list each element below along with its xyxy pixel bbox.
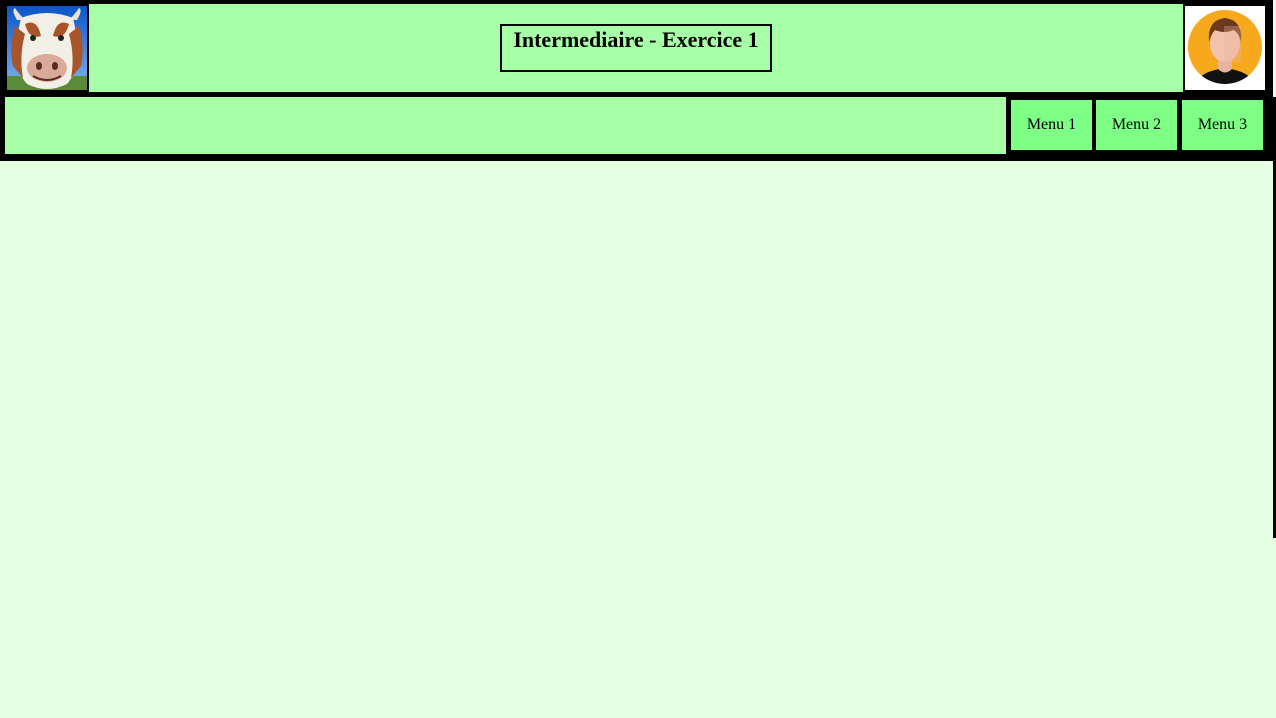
menu-item-label: Menu 2 <box>1111 116 1162 133</box>
menu-item-label: Menu 1 <box>1026 116 1077 133</box>
site-header: Intermediaire - Exercice 1 <box>4 4 1267 92</box>
menu-item-label: Menu 3 <box>1197 116 1248 133</box>
cow-logo-icon <box>7 6 87 90</box>
nav-bar <box>5 97 1006 154</box>
menu-item-1[interactable]: Menu 1 <box>1011 100 1092 150</box>
header-title-zone: Intermediaire - Exercice 1 <box>89 4 1183 92</box>
user-avatar-icon[interactable] <box>1185 6 1265 90</box>
menu-item-3[interactable]: Menu 3 <box>1182 100 1263 150</box>
menu-item-2[interactable]: Menu 2 <box>1096 100 1177 150</box>
title-frame: Intermediaire - Exercice 1 <box>500 24 772 72</box>
page-title: Intermediaire - Exercice 1 <box>513 27 759 52</box>
